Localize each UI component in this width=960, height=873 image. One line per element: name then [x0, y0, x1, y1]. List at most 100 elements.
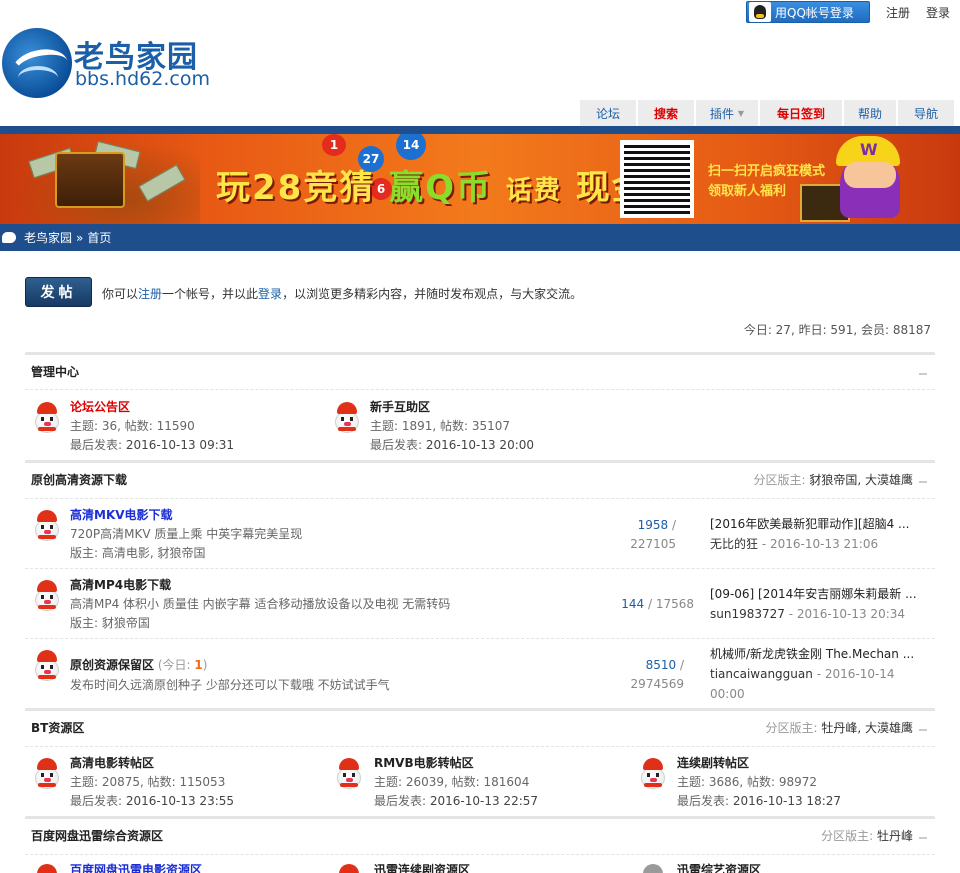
last-post-cell: 机械师/新龙虎铁金刚 The.Mechan ... tiancaiwanggua…	[710, 644, 925, 704]
lottery-ball: 1	[322, 134, 346, 156]
forum-counts: 1958 / 227105	[600, 516, 676, 554]
forum-description: 发布时间久远滴原创种子 少部分还可以下载哦 不妨试试手气	[70, 678, 390, 692]
site-logo[interactable]: 老鸟家园 bbs.hd62.com	[2, 28, 212, 100]
breadcrumb-home[interactable]: 老鸟家园	[24, 229, 72, 246]
qq-penguin-icon	[749, 2, 771, 22]
last-label: 最后发表:	[370, 438, 423, 452]
new-post-button[interactable]: 发帖	[25, 277, 92, 307]
forum-link[interactable]: 百度网盘迅雷电影资源区	[70, 861, 202, 873]
headline-part: 赢Q币	[389, 168, 493, 208]
group-header-baidu[interactable]: 百度网盘迅雷综合资源区 分区版主: 牡丹峰	[25, 816, 935, 852]
count-slash: /	[679, 658, 684, 672]
last-post-link[interactable]: 2016-10-13 18:27	[733, 794, 841, 808]
collapse-icon[interactable]	[919, 481, 927, 483]
last-post-subject[interactable]: [09-06] [2014年安吉丽娜朱莉最新 ...	[710, 584, 925, 604]
last-post-link[interactable]: 2016-10-13 20:00	[426, 438, 534, 452]
nav-search[interactable]: 搜索	[638, 100, 694, 126]
lottery-ball: 14	[396, 134, 426, 160]
forum-link[interactable]: 原创资源保留区	[70, 658, 154, 672]
promo-banner[interactable]: 1 14 27 6 玩28竞猜 赢Q币 话费 现金 扫一扫开启疯狂模式 领取新人…	[0, 134, 960, 224]
mods-label: 分区版主:	[821, 829, 874, 843]
last-post-subject[interactable]: [2016年欧美最新犯罪动作][超脑4 ...	[710, 514, 925, 534]
last-post-time: - 2016-10-14	[816, 667, 895, 681]
last-post-user[interactable]: 无比的狂	[710, 537, 758, 551]
group-title: 原创高清资源下载	[31, 473, 128, 487]
mods-label: 分区版主:	[765, 721, 818, 735]
group-header-original[interactable]: 原创高清资源下载 分区版主: 豺狼帝国, 大漠雄鹰	[25, 460, 935, 496]
count-slash: /	[671, 518, 676, 532]
thread-count: 1958	[637, 518, 669, 532]
last-post-subject[interactable]: 机械师/新龙虎铁金刚 The.Mechan ...	[710, 644, 925, 664]
today-count: (今日: 1)	[158, 658, 208, 672]
forum-stats: 主题: 20875, 帖数: 115053	[70, 775, 226, 789]
forum-link[interactable]: RMVB电影转帖区	[374, 754, 474, 771]
post-count: 2974569	[630, 677, 684, 691]
forum-last-post: 最后发表: 2016-10-13 22:57	[374, 792, 538, 809]
forum-moderator: 版主: 高清电影, 豺狼帝国	[70, 546, 206, 560]
last-post-link[interactable]: 2016-10-13 09:31	[126, 438, 234, 452]
collapse-icon[interactable]	[919, 373, 927, 375]
forum-status-icon	[334, 758, 364, 790]
forum-last-post: 最后发表: 2016-10-13 23:55	[70, 792, 234, 809]
header-rule	[0, 126, 960, 134]
forum-status-icon	[32, 758, 62, 790]
forum-stats: 主题: 1891, 帖数: 35107	[370, 419, 511, 433]
forum-description: 720P高清MKV 质量上乘 中英字幕完美呈现	[70, 527, 303, 541]
forum-link[interactable]: 新手互助区	[370, 398, 430, 415]
forum-last-post: 最后发表: 2016-10-13 18:27	[677, 792, 841, 809]
forum-link[interactable]: 高清MP4电影下载	[70, 576, 171, 593]
forum-description: 高清MP4 体积小 质量佳 内嵌字幕 适合移动播放设备以及电视 无需转码	[70, 597, 451, 611]
forum-link[interactable]: 迅雷综艺资源区	[677, 861, 761, 873]
forum-link[interactable]: 迅雷连续剧资源区	[374, 861, 470, 873]
bird-wave-logo-icon	[2, 28, 72, 98]
tip-login-link[interactable]: 登录	[258, 287, 282, 301]
collapse-icon[interactable]	[919, 729, 927, 731]
post-count: 17568	[655, 597, 694, 611]
forum-link[interactable]: 连续剧转帖区	[677, 754, 749, 771]
last-post-time-cont: 00:00	[710, 687, 745, 701]
last-label: 最后发表:	[374, 794, 427, 808]
register-link[interactable]: 注册	[886, 4, 910, 21]
last-post-cell: [2016年欧美最新犯罪动作][超脑4 ... 无比的狂 - 2016-10-1…	[710, 514, 925, 554]
tip-register-link[interactable]: 注册	[138, 287, 162, 301]
qq-login-button[interactable]: 用QQ帐号登录	[746, 1, 870, 23]
logo-domain: bbs.hd62.com	[75, 68, 210, 90]
last-post-user[interactable]: tiancaiwangguan	[710, 667, 813, 681]
group-title: 管理中心	[31, 365, 80, 379]
last-post-link[interactable]: 2016-10-13 22:57	[430, 794, 538, 808]
site-stats: 今日: 27, 昨日: 591, 会员: 88187	[743, 323, 931, 337]
main-nav: 论坛 搜索 插件 ▼ 每日签到 帮助 导航	[580, 100, 954, 126]
forum-link[interactable]: 高清电影转帖区	[70, 754, 154, 771]
last-post-time: - 2016-10-13 21:06	[761, 537, 879, 551]
nav-forum[interactable]: 论坛	[580, 100, 636, 126]
nav-guide[interactable]: 导航	[898, 100, 954, 126]
login-link[interactable]: 登录	[926, 4, 950, 21]
breadcrumb-current[interactable]: 首页	[87, 229, 111, 246]
collapse-icon[interactable]	[919, 837, 927, 839]
forum-counts: 144 / 17568	[596, 595, 694, 614]
mods-names[interactable]: 牡丹峰, 大漠雄鹰	[821, 721, 913, 735]
group-header-bt[interactable]: BT资源区 分区版主: 牡丹峰, 大漠雄鹰	[25, 708, 935, 744]
nav-plugins[interactable]: 插件 ▼	[696, 100, 758, 126]
mascot-graphic	[800, 136, 950, 224]
mods-names[interactable]: 牡丹峰	[877, 829, 913, 843]
nav-help[interactable]: 帮助	[844, 100, 896, 126]
chat-bubble-icon	[2, 232, 16, 243]
nav-daily-signin[interactable]: 每日签到	[760, 100, 842, 126]
group-header-admin[interactable]: 管理中心	[25, 352, 935, 388]
group-moderators: 分区版主: 牡丹峰	[821, 827, 913, 844]
forum-status-icon	[32, 650, 62, 682]
top-bar: 用QQ帐号登录 注册 登录	[0, 0, 960, 26]
qq-login-label: 用QQ帐号登录	[775, 5, 854, 20]
breadcrumb-separator: »	[76, 230, 84, 245]
last-label: 最后发表:	[677, 794, 730, 808]
post-count: 227105	[630, 537, 676, 551]
last-post-user[interactable]: sun1983727	[710, 607, 785, 621]
mods-names[interactable]: 豺狼帝国, 大漠雄鹰	[809, 473, 913, 487]
last-post-link[interactable]: 2016-10-13 23:55	[126, 794, 234, 808]
forum-link[interactable]: 论坛公告区	[70, 398, 130, 415]
thread-count: 8510	[645, 658, 677, 672]
headline-part: 话费	[505, 176, 562, 206]
forum-link[interactable]: 高清MKV电影下载	[70, 506, 173, 523]
treasure-chest-graphic	[55, 152, 125, 208]
